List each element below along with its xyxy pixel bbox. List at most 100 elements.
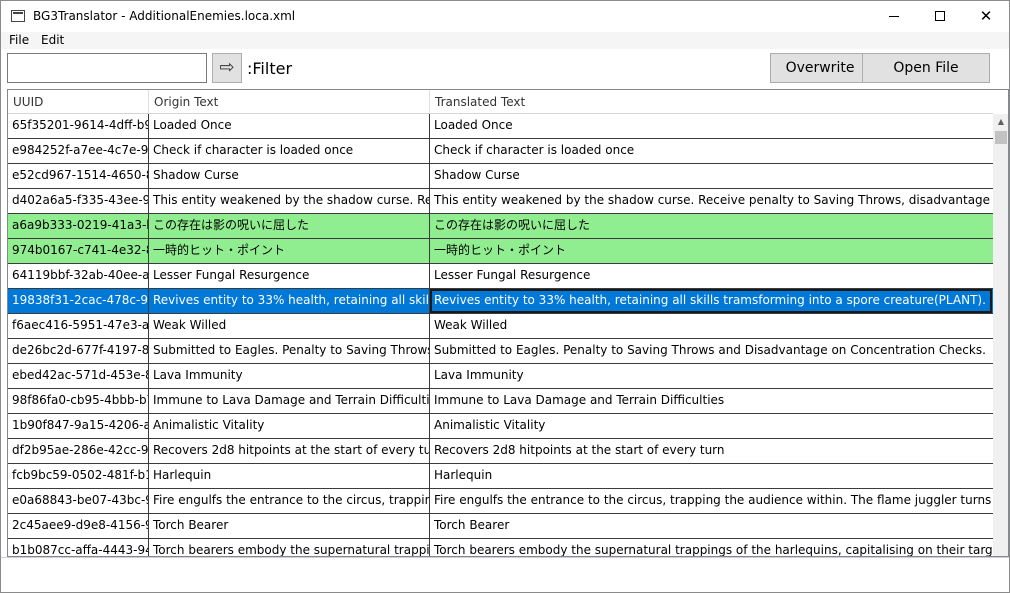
cell-uuid[interactable]: a6a9b333-0219-41a3-b8c	[8, 214, 149, 238]
cell-origin-text[interactable]: Torch Bearer	[149, 514, 430, 538]
table-row[interactable]: fcb9bc59-0502-481f-b1d Harlequin Harlequin	[8, 464, 993, 489]
cell-uuid[interactable]: 64119bbf-32ab-40ee-a96	[8, 264, 149, 288]
minimize-button[interactable]	[871, 1, 917, 32]
cell-origin-text[interactable]: Revives entity to 33% health, retaining …	[149, 289, 430, 313]
apply-filter-button[interactable]: ⇨	[212, 53, 242, 83]
table-row[interactable]: a6a9b333-0219-41a3-b8cこの存在は影の呪いに屈したこの存在は…	[8, 214, 993, 239]
table-row[interactable]: ebed42ac-571d-453e-892Lava ImmunityLava …	[8, 364, 993, 389]
cell-origin-text[interactable]: この存在は影の呪いに屈した	[149, 214, 430, 238]
cell-uuid[interactable]: e52cd967-1514-4650-89c	[8, 164, 149, 188]
menu-bar: File Edit	[1, 32, 1009, 49]
cell-origin-text[interactable]: Check if character is loaded once	[149, 139, 430, 163]
cell-translated-text[interactable]: Check if character is loaded once	[430, 139, 992, 163]
cell-origin-text[interactable]: Torch bearers embody the supernatural tr…	[149, 539, 430, 556]
filter-input[interactable]	[7, 53, 207, 83]
table-row[interactable]: e52cd967-1514-4650-89cShadow CurseShadow…	[8, 164, 993, 189]
title-bar[interactable]: BG3Translator - AdditionalEnemies.loca.x…	[1, 1, 1009, 32]
cell-origin-text[interactable]: Harlequin	[149, 464, 430, 488]
table-row[interactable]: 1b90f847-9a15-4206-a81Animalistic Vitali…	[8, 414, 993, 439]
menu-file[interactable]: File	[9, 33, 29, 47]
open-file-button[interactable]: Open File	[862, 53, 990, 83]
table-row[interactable]: f6aec416-5951-47e3-a52Weak WilledWeak Wi…	[8, 314, 993, 339]
cell-translated-text[interactable]: Recovers 2d8 hitpoints at the start of e…	[430, 439, 992, 463]
cell-uuid[interactable]: 98f86fa0-cb95-4bbb-b7d	[8, 389, 149, 413]
cell-uuid[interactable]: 19838f31-2cac-478c-912a	[8, 289, 149, 313]
cell-uuid[interactable]: de26bc2d-677f-4197-849	[8, 339, 149, 363]
cell-uuid[interactable]: b1b087cc-affa-4443-94b	[8, 539, 149, 556]
toolbar: ⇨ :Filter Overwrite Open File	[1, 49, 1009, 89]
cell-uuid[interactable]: f6aec416-5951-47e3-a52	[8, 314, 149, 338]
cell-uuid[interactable]: fcb9bc59-0502-481f-b1d	[8, 464, 149, 488]
cell-translated-text[interactable]: Animalistic Vitality	[430, 414, 992, 438]
cell-translated-text[interactable]: Shadow Curse	[430, 164, 992, 188]
cell-origin-text[interactable]: Shadow Curse	[149, 164, 430, 188]
cell-translated-text[interactable]: 一時的ヒット・ポイント	[430, 239, 992, 263]
cell-translated-text[interactable]: この存在は影の呪いに屈した	[430, 214, 992, 238]
table-row[interactable]: e0a68843-be07-43bc-970Fire engulfs the e…	[8, 489, 993, 514]
column-header-translated-text[interactable]: Translated Text	[430, 90, 992, 114]
cell-translated-text[interactable]: Weak Willed	[430, 314, 992, 338]
cell-origin-text[interactable]: This entity weakened by the shadow curse…	[149, 189, 430, 213]
table-row[interactable]: d402a6a5-f335-43ee-90bThis entity weaken…	[8, 189, 993, 214]
cell-origin-text[interactable]: Fire engulfs the entrance to the circus,…	[149, 489, 430, 513]
cell-uuid[interactable]: e0a68843-be07-43bc-970	[8, 489, 149, 513]
cell-uuid[interactable]: e984252f-a7ee-4c7e-9fb5	[8, 139, 149, 163]
cell-origin-text[interactable]: Lesser Fungal Resurgence	[149, 264, 430, 288]
grid-rows: 65f35201-9614-4dff-b93aLoaded OnceLoaded…	[8, 114, 993, 556]
table-row[interactable]: de26bc2d-677f-4197-849Submitted to Eagle…	[8, 339, 993, 364]
cell-translated-text[interactable]: Immune to Lava Damage and Terrain Diffic…	[430, 389, 992, 413]
column-header-origin-text[interactable]: Origin Text	[149, 90, 430, 114]
column-header-uuid[interactable]: UUID	[8, 90, 149, 114]
cell-uuid[interactable]: 1b90f847-9a15-4206-a81	[8, 414, 149, 438]
table-row[interactable]: 64119bbf-32ab-40ee-a96Lesser Fungal Resu…	[8, 264, 993, 289]
maximize-button[interactable]	[917, 1, 963, 32]
minimize-icon	[889, 16, 899, 17]
table-row[interactable]: df2b95ae-286e-42cc-950 Recovers 2d8 hitpo…	[8, 439, 993, 464]
table-row[interactable]: 2c45aee9-d9e8-4156-9c6Torch BearerTorch …	[8, 514, 993, 539]
cell-translated-text[interactable]: Revives entity to 33% health, retaining …	[430, 289, 992, 313]
cell-origin-text[interactable]: Loaded Once	[149, 114, 430, 138]
table-row[interactable]: 19838f31-2cac-478c-912aRevives entity to…	[8, 289, 993, 314]
cell-translated-text[interactable]: Lava Immunity	[430, 364, 992, 388]
cell-uuid[interactable]: 65f35201-9614-4dff-b93a	[8, 114, 149, 138]
filter-label: :Filter	[247, 59, 293, 78]
cell-translated-text[interactable]: Harlequin	[430, 464, 992, 488]
status-bar	[1, 557, 1009, 592]
cell-origin-text[interactable]: Immune to Lava Damage and Terrain Diffic…	[149, 389, 430, 413]
cell-translated-text[interactable]: This entity weakened by the shadow curse…	[430, 189, 992, 213]
cell-uuid[interactable]: 2c45aee9-d9e8-4156-9c6	[8, 514, 149, 538]
arrow-right-icon: ⇨	[219, 57, 235, 78]
cell-uuid[interactable]: d402a6a5-f335-43ee-90b	[8, 189, 149, 213]
cell-translated-text[interactable]: Loaded Once	[430, 114, 992, 138]
cell-origin-text[interactable]: Weak Willed	[149, 314, 430, 338]
cell-origin-text[interactable]: 一時的ヒット・ポイント	[149, 239, 430, 263]
table-row[interactable]: 65f35201-9614-4dff-b93aLoaded OnceLoaded…	[8, 114, 993, 139]
cell-origin-text[interactable]: Recovers 2d8 hitpoints at the start of e…	[149, 439, 430, 463]
cell-translated-text[interactable]: Lesser Fungal Resurgence	[430, 264, 992, 288]
cell-origin-text[interactable]: Submitted to Eagles. Penalty to Saving T…	[149, 339, 430, 363]
menu-edit[interactable]: Edit	[41, 33, 64, 47]
scroll-up-icon[interactable]: ▲	[993, 114, 1008, 130]
cell-origin-text[interactable]: Lava Immunity	[149, 364, 430, 388]
app-window: BG3Translator - AdditionalEnemies.loca.x…	[0, 0, 1010, 593]
vertical-scrollbar[interactable]: ▲	[993, 114, 1008, 556]
maximize-icon	[935, 11, 945, 21]
close-icon: ✕	[979, 7, 993, 25]
cell-uuid[interactable]: df2b95ae-286e-42cc-950	[8, 439, 149, 463]
overwrite-button[interactable]: Overwrite	[770, 53, 870, 83]
scroll-thumb[interactable]	[995, 131, 1007, 144]
table-row[interactable]: b1b087cc-affa-4443-94b Torch bearers embo…	[8, 539, 993, 556]
translation-grid[interactable]: UUID Origin Text Translated Text 65f3520…	[7, 89, 1009, 557]
cell-translated-text[interactable]: Torch Bearer	[430, 514, 992, 538]
cell-translated-text[interactable]: Submitted to Eagles. Penalty to Saving T…	[430, 339, 992, 363]
cell-translated-text[interactable]: Fire engulfs the entrance to the circus,…	[430, 489, 992, 513]
close-button[interactable]: ✕	[963, 1, 1009, 32]
app-icon	[11, 10, 25, 22]
cell-uuid[interactable]: ebed42ac-571d-453e-892	[8, 364, 149, 388]
table-row[interactable]: 98f86fa0-cb95-4bbb-b7d Immune to Lava Dam…	[8, 389, 993, 414]
table-row[interactable]: 974b0167-c741-4e32-83b一時的ヒット・ポイント一時的ヒット・…	[8, 239, 993, 264]
cell-translated-text[interactable]: Torch bearers embody the supernatural tr…	[430, 539, 992, 556]
cell-origin-text[interactable]: Animalistic Vitality	[149, 414, 430, 438]
table-row[interactable]: e984252f-a7ee-4c7e-9fb5Check if characte…	[8, 139, 993, 164]
cell-uuid[interactable]: 974b0167-c741-4e32-83b	[8, 239, 149, 263]
